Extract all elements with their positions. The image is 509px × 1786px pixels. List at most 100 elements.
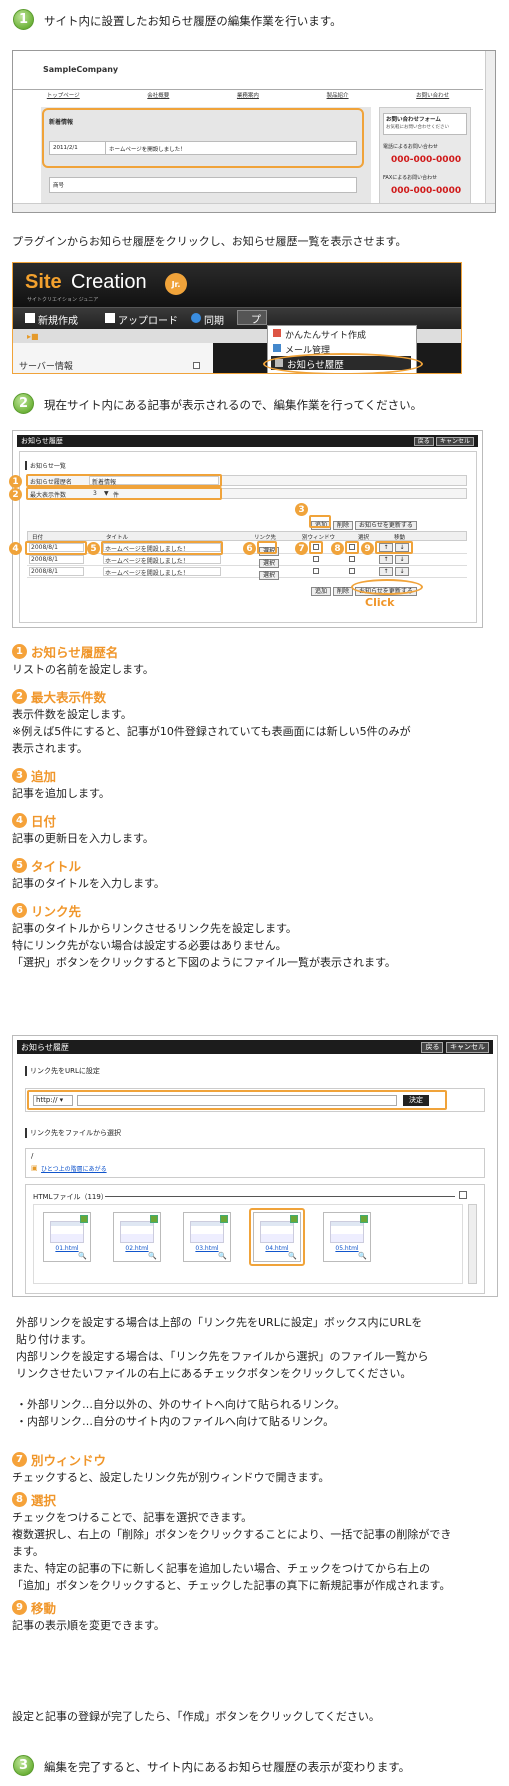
marker-7: 7: [295, 542, 308, 555]
zoom-icon: 🔍: [78, 1252, 87, 1260]
item-2-text: ※例えば5件にすると、記事が10件登録されていても表画面には新しい5件のみが: [12, 725, 411, 738]
item-2-text: 表示されます。: [12, 742, 88, 755]
item-8-heading: 8 選択: [12, 1490, 502, 1509]
protocol-select[interactable]: http:// ▾: [33, 1095, 73, 1106]
newwin-checkbox[interactable]: [313, 568, 319, 574]
contact-sub: お気軽にお問い合わせください: [386, 125, 449, 130]
folder-up-icon: ▣: [31, 1164, 38, 1172]
zoom-icon: 🔍: [218, 1252, 227, 1260]
files-header: HTMLファイル（119）: [33, 1193, 108, 1201]
item-6-text: 記事のタイトルからリンクさせるリンク先を設定します。: [12, 922, 297, 935]
marker-6: 6: [243, 542, 256, 555]
step-3-badge: 3: [13, 1755, 34, 1776]
newwin-checkbox[interactable]: [313, 556, 319, 562]
cancel-button[interactable]: キャンセル: [435, 436, 474, 446]
col-newwin: 別ウィンドウ: [302, 535, 336, 541]
col-title: タイトル: [106, 535, 129, 541]
dd-easy-site[interactable]: かんたんサイト作成: [285, 328, 366, 341]
item-5-text: 記事のタイトルを入力します。: [12, 877, 165, 890]
row-title[interactable]: ホームページを開設しました！: [105, 556, 189, 565]
link-screenshot: お知らせ履歴 戻る キャンセル リンク先をURLに設定 http:// ▾ 決定…: [12, 1035, 498, 1297]
move-up-icon[interactable]: ↑: [379, 567, 393, 576]
table-header: 日付 タイトル リンク先 別ウィンドウ 選択 移動: [27, 531, 467, 541]
logo-jr: Jr.: [165, 273, 187, 295]
row-date[interactable]: 2008/8/1: [31, 556, 58, 563]
url-input[interactable]: [77, 1095, 397, 1106]
news-text: ホームページを開設しました！: [109, 147, 186, 153]
zoom-icon: 🔍: [148, 1252, 157, 1260]
item-9-text: 記事の表示順を変更できます。: [12, 1619, 165, 1632]
item-2-heading: 2 最大表示件数: [12, 687, 492, 706]
trade-label: 商号: [53, 183, 65, 189]
items2-section: 7 別ウィンドウ チェックすると、設定したリンク先が別ウィンドウで開きます。 8選…: [12, 1450, 502, 1634]
menu-new[interactable]: 新規作成: [38, 312, 78, 327]
explain-line: リンクさせたいファイルの右上にあるチェックボタンをクリックしてください。: [16, 1367, 412, 1380]
logo-site: Site: [25, 271, 62, 293]
item-8-text: ます。: [12, 1545, 44, 1558]
menu-sync[interactable]: 同期: [204, 312, 224, 327]
file-thumb[interactable]: 03.html 🔍: [183, 1212, 231, 1262]
col-select: 選択: [358, 535, 370, 541]
link-select-button[interactable]: 選択: [259, 571, 280, 580]
nav-item[interactable]: 会社概要: [147, 91, 169, 103]
select-checkbox[interactable]: [349, 556, 355, 562]
move-down-icon[interactable]: ↓: [395, 555, 409, 564]
delete-button[interactable]: 削除: [333, 521, 354, 530]
vertical-scrollbar[interactable]: [485, 51, 495, 203]
menu-upload[interactable]: アップロード: [118, 312, 178, 327]
move-down-icon[interactable]: ↓: [395, 567, 409, 576]
files-scrollbar[interactable]: [468, 1204, 477, 1284]
fax-number: 000-000-0000: [391, 186, 462, 196]
file-thumb[interactable]: 01.html 🔍: [43, 1212, 91, 1262]
file-thumb[interactable]: 02.html 🔍: [113, 1212, 161, 1262]
row-date[interactable]: 2008/8/1: [31, 568, 58, 575]
item-8-text: チェックをつけることで、記事を選択できます。: [12, 1511, 253, 1524]
item-4-text: 記事の更新日を入力します。: [12, 832, 154, 845]
row-title[interactable]: ホームページを開設しました！: [105, 568, 189, 577]
collapse-icon[interactable]: [193, 362, 200, 369]
item-6-text: 「選択」ボタンをクリックすると下図のようにファイル一覧が表示されます。: [12, 956, 396, 969]
file-section-heading: リンク先をファイルから選択: [25, 1128, 121, 1138]
step-2-text: 現在サイト内にある記事が表示されるので、編集作業を行ってください。: [44, 398, 423, 412]
delete-button-bottom[interactable]: 削除: [333, 587, 354, 596]
sidebar-server-info: サーバー情報: [19, 362, 73, 372]
marker-3: 3: [295, 503, 308, 516]
site-nav: トップページ 会社概要 業務案内 製品紹介 お問い合わせ: [13, 91, 483, 103]
company-name: SampleCompany: [43, 65, 119, 74]
url-section-heading: リンク先をURLに設定: [25, 1066, 100, 1076]
root-path: /: [31, 1152, 34, 1160]
list-heading: お知らせ一覧: [25, 461, 66, 470]
file-thumb[interactable]: 05.html 🔍: [323, 1212, 371, 1262]
item-6-text: 特にリンク先がない場合は設定する必要はありません。: [12, 939, 287, 952]
marker-8: 8: [331, 542, 344, 555]
move-up-icon[interactable]: ↑: [379, 555, 393, 564]
item-1-text: リストの名前を設定します。: [12, 663, 154, 676]
link-cancel-button[interactable]: キャンセル: [446, 1041, 489, 1053]
nav-item[interactable]: トップページ: [47, 91, 80, 103]
update-button-top[interactable]: お知らせを更新する: [355, 521, 417, 530]
marker-5: 5: [87, 542, 100, 555]
phone-number: 000-000-0000: [391, 155, 462, 165]
marker-9: 9: [361, 542, 374, 555]
link-back-button[interactable]: 戻る: [421, 1041, 444, 1053]
decide-button[interactable]: 決定: [403, 1095, 429, 1106]
back-button[interactable]: 戻る: [413, 436, 434, 446]
nav-item[interactable]: 製品紹介: [327, 91, 349, 103]
step-2-badge: 2: [13, 393, 34, 414]
nav-item[interactable]: 業務案内: [237, 91, 259, 103]
horizontal-scrollbar[interactable]: [13, 203, 495, 212]
item-3-heading: 3 追加: [12, 766, 492, 785]
menu-plugin[interactable]: プ: [251, 311, 261, 326]
up-link[interactable]: ひとつ上の階層にあがる: [41, 1164, 107, 1173]
files-collapse-icon[interactable]: [459, 1191, 467, 1199]
step-3-text: 編集を完了すると、サイト内にあるお知らせ履歴の表示が変わります。: [44, 1760, 411, 1774]
zoom-icon: 🔍: [358, 1252, 367, 1260]
site-screenshot: SampleCompany トップページ 会社概要 業務案内 製品紹介 お問い合…: [12, 50, 496, 213]
select-checkbox[interactable]: [349, 568, 355, 574]
col-date: 日付: [32, 535, 44, 541]
folder-icon: ▸■: [27, 332, 39, 341]
col-move: 移動: [394, 535, 406, 541]
add-button-bottom[interactable]: 追加: [311, 587, 332, 596]
news-title: 新着情報: [49, 119, 74, 126]
nav-item[interactable]: お問い合わせ: [416, 91, 449, 103]
